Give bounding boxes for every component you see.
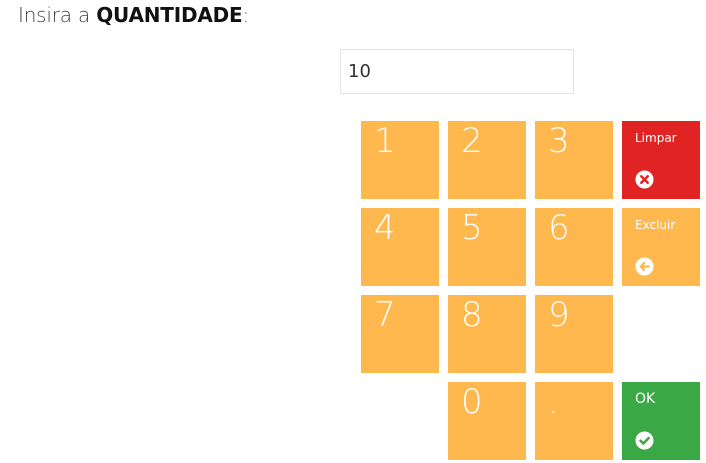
- quantity-input[interactable]: [340, 49, 574, 94]
- key-label: 3: [548, 121, 570, 161]
- key-label: 2: [461, 121, 483, 161]
- key-7[interactable]: 7: [361, 295, 439, 373]
- key-label: 8: [461, 295, 483, 335]
- key-label: 4: [374, 208, 396, 248]
- arrow-left-circle-icon: [635, 257, 654, 276]
- check-circle-icon: [635, 431, 654, 450]
- title-emphasis: QUANTIDADE: [96, 3, 243, 27]
- key-label: 9: [548, 295, 570, 335]
- clear-button[interactable]: Limpar: [622, 121, 700, 199]
- key-0[interactable]: 0: [448, 382, 526, 460]
- ok-button[interactable]: OK: [622, 382, 700, 460]
- key-decimal[interactable]: .: [535, 382, 613, 460]
- title-suffix: :: [242, 3, 250, 27]
- key-label: 1: [374, 121, 396, 161]
- close-circle-icon: [635, 170, 654, 189]
- key-5[interactable]: 5: [448, 208, 526, 286]
- key-3[interactable]: 3: [535, 121, 613, 199]
- key-label: .: [548, 382, 559, 422]
- key-4[interactable]: 4: [361, 208, 439, 286]
- key-2[interactable]: 2: [448, 121, 526, 199]
- key-label: 7: [374, 295, 396, 335]
- key-1[interactable]: 1: [361, 121, 439, 199]
- delete-label: Excluir: [635, 218, 676, 232]
- key-8[interactable]: 8: [448, 295, 526, 373]
- delete-button[interactable]: Excluir: [622, 208, 700, 286]
- key-label: 0: [461, 382, 483, 422]
- title-prefix: Insira a: [18, 3, 91, 27]
- page-title: Insira a QUANTIDADE:: [18, 3, 249, 27]
- clear-label: Limpar: [635, 131, 677, 145]
- key-9[interactable]: 9: [535, 295, 613, 373]
- key-6[interactable]: 6: [535, 208, 613, 286]
- ok-label: OK: [635, 391, 656, 407]
- key-label: 6: [548, 208, 570, 248]
- key-label: 5: [461, 208, 483, 248]
